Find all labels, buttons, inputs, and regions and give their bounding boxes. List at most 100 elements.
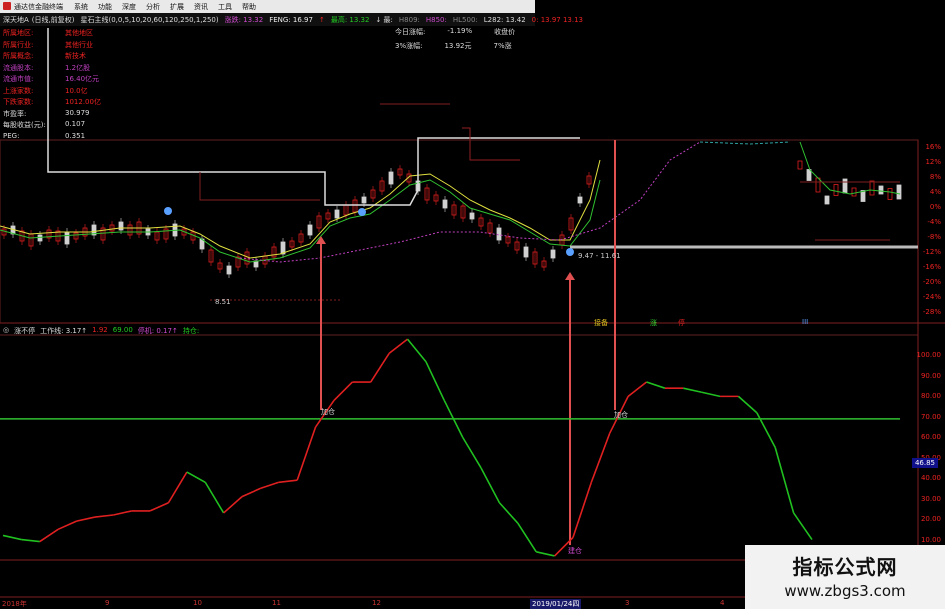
candlestick	[869, 180, 875, 196]
ma-green-line	[0, 179, 601, 263]
indicator-segment	[701, 391, 721, 398]
indicator-axis-label: 90.00	[920, 371, 941, 380]
price-axis-label: 8%	[929, 173, 941, 181]
xaxis-label: 11	[272, 599, 281, 607]
indicator-segment	[260, 481, 280, 490]
indicator-axis-label: 100.00	[916, 351, 942, 360]
indicator-segment	[756, 412, 776, 448]
xaxis-label: 4	[720, 599, 725, 607]
indicator-segment	[480, 467, 501, 504]
indicator-segment	[425, 361, 445, 401]
ma-right-green-line	[799, 141, 901, 195]
signal-marker-icon[interactable]	[566, 248, 574, 256]
indicator-segment	[774, 447, 795, 514]
indicator-segment	[792, 512, 813, 541]
indicator-axis-label: 40.00	[920, 474, 941, 483]
candlestick	[878, 185, 884, 195]
level-line	[199, 172, 320, 201]
buy-label: 建仓	[568, 547, 582, 555]
indicator-axis-label: 20.00	[920, 515, 941, 524]
current-value-box: 46.85	[912, 458, 938, 468]
indicator-segment	[186, 471, 206, 483]
candlestick	[824, 195, 830, 205]
price-axis-label: 4%	[929, 188, 941, 196]
signal-marker-icon[interactable]	[358, 208, 366, 216]
xaxis-label: 3	[625, 599, 630, 607]
price-axis-label: 16%	[925, 143, 941, 151]
indicator-segment	[646, 381, 666, 389]
candlestick	[842, 178, 848, 194]
price-axis-label: -8%	[927, 233, 941, 241]
price-axis-label: 0%	[929, 203, 941, 211]
price-axis-label: -16%	[922, 263, 941, 271]
indicator-segment	[39, 528, 59, 543]
indicator-segment	[167, 471, 188, 504]
indicator-axis-label: 30.00	[920, 494, 941, 503]
price-axis-label: -24%	[922, 293, 941, 301]
indicator-axis-label: 80.00	[920, 392, 941, 401]
indicator-segment	[572, 482, 593, 538]
indicator-name-label[interactable]: 涨不停	[14, 326, 35, 336]
indicator-value-2: 69.00	[112, 326, 133, 334]
indicator-segment	[278, 479, 298, 484]
chart-canvas[interactable]	[0, 0, 945, 609]
indicator-segment	[57, 520, 77, 531]
watermark-logo: 指标公式网 www.zbgs3.com	[745, 545, 945, 609]
indicator-value-1: 1.92	[92, 326, 108, 334]
cyan-line	[699, 141, 791, 145]
indicator-line-value: 工作线: 3.17↑	[40, 327, 88, 335]
candlestick	[851, 187, 857, 197]
indicator-title-bar: ◎ 涨不停 工作线: 3.17↑ 1.92 69.00 停机: 0.17↑ 持仓…	[3, 326, 199, 336]
price-axis-label: -4%	[927, 218, 941, 226]
candlestick	[833, 184, 839, 196]
buy-label: 加仓	[614, 411, 628, 419]
xaxis-label: 2018年	[2, 600, 27, 608]
indicator-segment	[2, 534, 22, 541]
indicator-segment	[76, 516, 96, 522]
candlestick	[806, 169, 812, 181]
indicator-segment	[296, 426, 317, 481]
candlestick	[896, 184, 902, 200]
price-axis-label: -20%	[922, 278, 941, 286]
signal-label-lianban: 接备	[594, 319, 608, 327]
up-arrow-icon	[565, 272, 575, 280]
signal-label-ting: 停	[678, 319, 685, 327]
candlestick	[887, 188, 893, 200]
indicator-axis-label: 70.00	[920, 412, 941, 421]
indicator-settings-icon[interactable]: ◎	[3, 326, 9, 336]
indicator-segment	[388, 338, 408, 355]
indicator-segment	[94, 514, 114, 518]
indicator-segment	[536, 551, 555, 557]
signal-label-mark: III	[802, 318, 809, 326]
indicator-segment	[590, 432, 611, 483]
price-axis-label: 12%	[925, 158, 941, 166]
indicator-segment	[683, 387, 702, 394]
indicator-value-4: 持仓:	[182, 327, 200, 335]
indicator-segment	[498, 502, 519, 524]
price-axis-label: -12%	[922, 248, 941, 256]
indicator-segment	[241, 487, 261, 498]
xaxis-label: 9	[105, 599, 110, 607]
xaxis-label: 12	[372, 599, 381, 607]
price-axis-label: -28%	[922, 308, 941, 316]
indicator-segment	[113, 510, 132, 516]
candlestick	[797, 160, 803, 170]
indicator-value-3: 停机: 0.17↑	[137, 327, 178, 335]
low-price-annotation: 8.51	[215, 298, 231, 306]
resistance-step-line	[462, 127, 520, 161]
watermark-line-1: 指标公式网	[792, 555, 898, 579]
indicator-segment	[406, 338, 427, 363]
indicator-segment	[21, 538, 40, 543]
indicator-segment	[149, 501, 169, 512]
buy-label: 加仓	[321, 408, 335, 416]
signal-marker-icon[interactable]	[164, 207, 172, 215]
indicator-segment	[204, 481, 225, 514]
indicator-segment	[370, 352, 390, 383]
xaxis-cursor-label: 2019/01/24四	[530, 599, 582, 609]
indicator-segment	[333, 381, 353, 402]
indicator-segment	[223, 495, 243, 514]
indicator-segment	[627, 381, 648, 397]
indicator-segment	[461, 436, 482, 469]
watermark-line-2: www.zbgs3.com	[784, 582, 906, 600]
indicator-segment	[517, 522, 537, 553]
